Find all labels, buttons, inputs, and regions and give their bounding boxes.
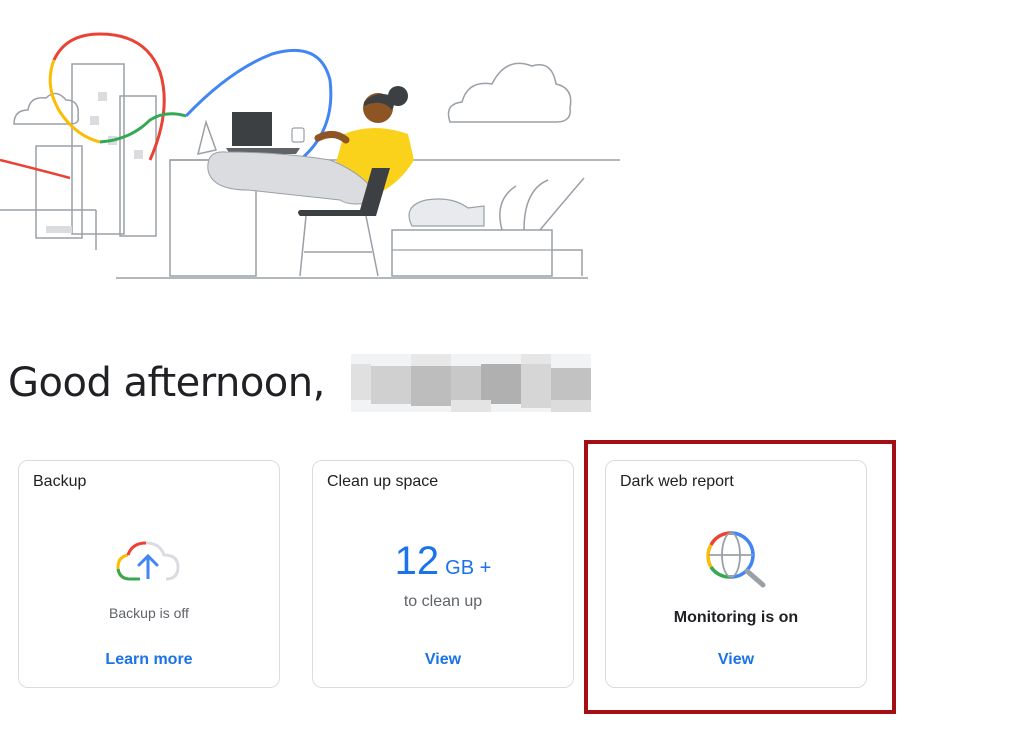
backup-status: Backup is off bbox=[109, 605, 189, 621]
monitoring-status: Monitoring is on bbox=[673, 609, 799, 626]
darkweb-card-title: Dark web report bbox=[620, 473, 734, 490]
cleanup-card-title: Clean up space bbox=[327, 473, 439, 490]
cleanup-view-link[interactable]: View bbox=[313, 651, 573, 669]
greeting-text: Good afternoon, bbox=[8, 360, 325, 406]
cleanup-card[interactable]: Clean up space 12 GB + to clean up View bbox=[312, 460, 574, 688]
space-number: 12 bbox=[394, 539, 440, 583]
learn-more-link[interactable]: Learn more bbox=[19, 651, 279, 669]
space-unit: GB + bbox=[445, 557, 492, 579]
hero-illustration bbox=[0, 32, 620, 279]
cleanup-subtitle: to clean up bbox=[403, 593, 483, 610]
darkweb-view-link[interactable]: View bbox=[606, 651, 866, 669]
space-amount: 12 GB + bbox=[313, 539, 573, 584]
greeting-row: Good afternoon, bbox=[8, 348, 591, 418]
darkweb-card[interactable]: Dark web report Monitoring is on View bbox=[605, 460, 867, 688]
globe-search-icon bbox=[706, 531, 766, 588]
backup-card[interactable]: Backup Backup is off Learn more bbox=[18, 460, 280, 688]
cloud-upload-icon bbox=[116, 541, 180, 581]
backup-card-title: Backup bbox=[33, 473, 87, 490]
redacted-user-name bbox=[351, 354, 591, 412]
